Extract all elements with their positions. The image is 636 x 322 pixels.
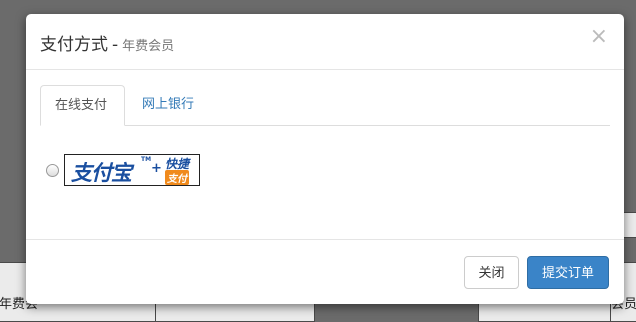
submit-order-button[interactable]: 提交订单 xyxy=(527,256,609,289)
modal-title-text: 支付方式 xyxy=(40,35,108,55)
title-separator: - xyxy=(112,35,119,55)
quickpay-logo-badge: 支付 xyxy=(165,170,189,185)
tab-online-banking[interactable]: 网上银行 xyxy=(128,85,208,125)
logo-plus: + xyxy=(151,161,162,176)
modal-header: 支付方式 - 年费会员 × xyxy=(26,14,624,70)
alipay-logo-text: 支付宝 xyxy=(71,161,132,185)
close-icon[interactable]: × xyxy=(590,26,608,48)
tab-online-payment[interactable]: 在线支付 xyxy=(40,85,125,126)
modal-title: 支付方式 - 年费会员 xyxy=(40,30,174,55)
modal-subtitle: 年费会员 xyxy=(122,39,175,54)
close-button[interactable]: 关闭 xyxy=(464,256,519,289)
alipay-logo-tm: TM xyxy=(141,156,152,163)
alipay-radio[interactable] xyxy=(46,164,59,177)
alipay-quickpay-logo[interactable]: 支付宝 TM + 快捷 支付 xyxy=(64,154,200,186)
payment-tabs: 在线支付 网上银行 xyxy=(40,85,610,126)
payment-modal: 支付方式 - 年费会员 × 在线支付 网上银行 支付宝 TM + 快捷 支付 关闭 … xyxy=(26,14,624,304)
